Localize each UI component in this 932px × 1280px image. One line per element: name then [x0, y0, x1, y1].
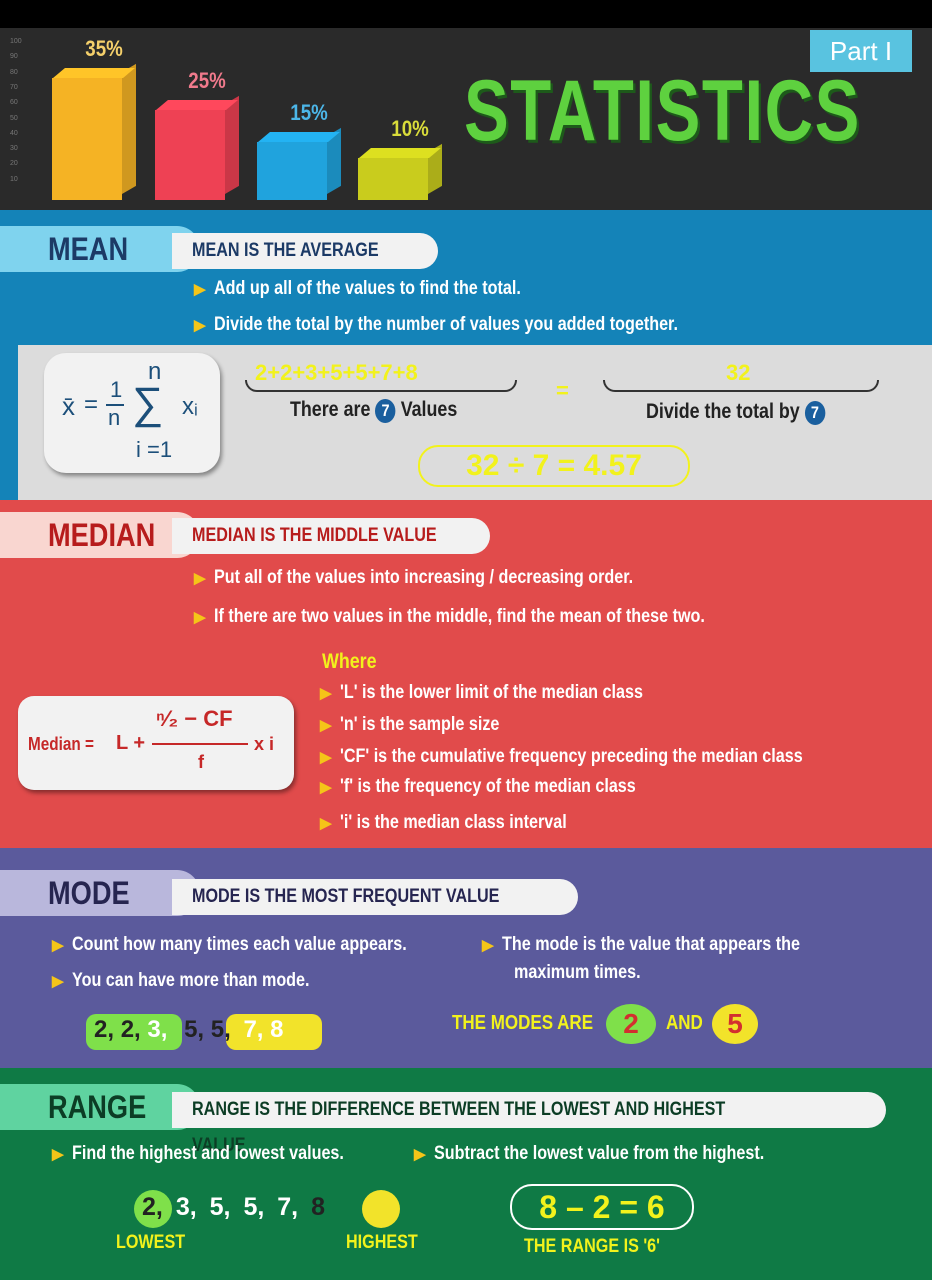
axis-tick: 80 [10, 68, 18, 76]
range-result: THE RANGE IS '6' [524, 1236, 661, 1257]
axis-tick: 60 [10, 99, 18, 107]
median-heading: MEDIAN IS THE MIDDLE VALUE [172, 518, 490, 554]
range-label: RANGE [0, 1084, 200, 1130]
mean-bullet: ▶ Divide the total by the number of value… [194, 314, 678, 335]
where-label: Where [322, 650, 377, 673]
axis-tick: 50 [10, 114, 18, 122]
axis-tick: 30 [10, 145, 18, 153]
median-bullet: ▶ Put all of the values into increasing /… [194, 567, 633, 588]
lowest-label: LOWEST [116, 1232, 186, 1253]
count-text: There are 7 Values [290, 398, 458, 423]
bar-top [258, 132, 340, 142]
mean-formula: x̄ = 1 n n ∑ xᵢ i =1 [44, 353, 220, 473]
mode-bullet: ▶ Count how many times each value appears… [52, 934, 407, 955]
mode-bullet: ▶ The mode is the value that appears the [482, 934, 800, 955]
axis-tick: 100 [10, 38, 22, 45]
axis-tick: 90 [10, 53, 18, 61]
bar-top [53, 68, 135, 78]
range-bullet: ▶ Find the highest and lowest values. [52, 1143, 344, 1164]
chart-bar [358, 143, 442, 200]
mean-bullet: ▶ Add up all of the values to find the to… [194, 278, 521, 299]
median-label: MEDIAN [0, 512, 200, 558]
axis-tick: 70 [10, 83, 18, 91]
mode-values: 2, 2, 3, 5, 5, 7, 8 [94, 1016, 284, 1043]
bar-label: 10% [391, 116, 429, 141]
mode-heading: MODE IS THE MOST FREQUENT VALUE [172, 879, 578, 915]
mode-bullet-cont: maximum times. [514, 962, 641, 983]
page-title: STATISTICS [464, 63, 861, 159]
median-def: ▶'i' is the median class interval [320, 812, 567, 833]
mode-1: 2 [606, 1004, 656, 1044]
bar-top [359, 148, 441, 158]
chart-bar [52, 63, 136, 200]
modes-text: THE MODES ARE [452, 1012, 594, 1034]
median-def: ▶ 'L' is the lower limit of the median cl… [320, 682, 643, 703]
highest-label: HIGHEST [346, 1232, 418, 1253]
axis-tick: 40 [10, 129, 18, 137]
and-text: AND [666, 1012, 703, 1034]
divide-text: Divide the total by 7 [646, 400, 857, 425]
bar-label: 35% [85, 36, 123, 61]
bar-front [155, 110, 225, 200]
bar-side [225, 95, 239, 194]
mean-strip [0, 345, 18, 500]
median-def: ▶'f' is the frequency of the median clas… [320, 776, 636, 797]
highest-highlight [362, 1190, 400, 1228]
equals-sign: = [556, 378, 569, 403]
mode-label: MODE [0, 870, 200, 916]
bar-top [156, 100, 238, 110]
brace [603, 380, 879, 392]
range-values: 2, 3, 5, 5, 7, 8 [142, 1193, 325, 1221]
bar-side [122, 63, 136, 194]
median-def: ▶ 'CF' is the cumulative frequency preced… [320, 746, 803, 767]
mode-bullet: ▶ You can have more than mode. [52, 970, 310, 991]
bar-front [52, 78, 122, 200]
median-def: ▶'n' is the sample size [320, 714, 499, 735]
mean-label: MEAN [0, 226, 200, 272]
bar-front [257, 142, 327, 200]
mean-heading: MEAN IS THE AVERAGE [172, 233, 438, 269]
brace [245, 380, 517, 392]
mean-result: 32 ÷ 7 = 4.57 [418, 445, 690, 487]
bar-front [358, 158, 428, 200]
bar-label: 25% [188, 68, 226, 93]
mode-2: 5 [712, 1004, 758, 1044]
chart-bar [257, 127, 341, 200]
axis-tick: 20 [10, 160, 18, 168]
median-bullet: ▶ If there are two values in the middle, … [194, 606, 705, 627]
bar-label: 15% [290, 100, 328, 125]
axis-tick: 10 [10, 175, 18, 183]
range-heading: RANGE IS THE DIFFERENCE BETWEEN THE LOWE… [172, 1092, 886, 1156]
median-formula: Median = L + ⁿ⁄₂ − CF f x i [18, 696, 294, 790]
chart-bar [155, 95, 239, 200]
range-calc: 8 – 2 = 6 [510, 1184, 694, 1230]
range-bullet: ▶ Subtract the lowest value from the high… [414, 1143, 764, 1164]
